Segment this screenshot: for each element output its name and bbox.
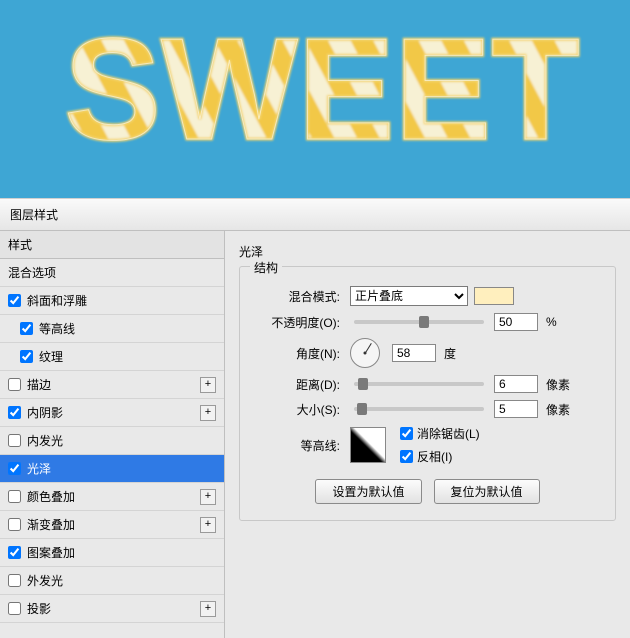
- checkbox-pattern-overlay[interactable]: [8, 546, 21, 559]
- panel-title: 光泽: [239, 243, 616, 260]
- checkbox-inner-shadow[interactable]: [8, 406, 21, 419]
- opacity-label: 不透明度(O):: [254, 314, 344, 331]
- blend-mode-select[interactable]: 正片叠底: [350, 286, 468, 306]
- distance-label: 距离(D):: [254, 376, 344, 393]
- invert-row[interactable]: 反相(I): [400, 448, 480, 465]
- add-drop-shadow-button[interactable]: +: [200, 601, 216, 617]
- sidebar-item-bevel[interactable]: 斜面和浮雕: [0, 287, 224, 315]
- main-panel: 光泽 结构 混合模式: 正片叠底 不透明度(O): % 角度(N):: [225, 231, 630, 638]
- add-gradient-overlay-button[interactable]: +: [200, 517, 216, 533]
- sidebar-item-contour-sub[interactable]: 等高线: [0, 315, 224, 343]
- checkbox-gradient-overlay[interactable]: [8, 518, 21, 531]
- checkbox-stroke[interactable]: [8, 378, 21, 391]
- checkbox-outer-glow[interactable]: [8, 574, 21, 587]
- sidebar-item-color-overlay[interactable]: 颜色叠加 +: [0, 483, 224, 511]
- distance-unit: 像素: [546, 376, 570, 393]
- dialog-title-bar: 图层样式: [0, 198, 630, 231]
- size-slider[interactable]: [354, 407, 484, 411]
- checkbox-satin[interactable]: [8, 462, 21, 475]
- antialiased-row[interactable]: 消除锯齿(L): [400, 425, 480, 442]
- reset-default-button[interactable]: 复位为默认值: [434, 479, 540, 504]
- contour-picker[interactable]: [350, 427, 386, 463]
- sidebar-item-drop-shadow[interactable]: 投影 +: [0, 595, 224, 623]
- sidebar-item-satin[interactable]: 光泽: [0, 455, 224, 483]
- checkbox-inner-glow[interactable]: [8, 434, 21, 447]
- add-color-overlay-button[interactable]: +: [200, 489, 216, 505]
- sidebar-item-outer-glow[interactable]: 外发光: [0, 567, 224, 595]
- angle-input[interactable]: [392, 344, 436, 362]
- styles-sidebar: 样式 混合选项 斜面和浮雕 等高线 纹理 描边 + 内阴影 + 内: [0, 231, 225, 638]
- opacity-input[interactable]: [494, 313, 538, 331]
- contour-label: 等高线:: [254, 437, 344, 454]
- checkbox-contour-sub[interactable]: [20, 322, 33, 335]
- angle-dial[interactable]: [350, 338, 380, 368]
- sidebar-blend-options[interactable]: 混合选项: [0, 259, 224, 287]
- sidebar-item-inner-glow[interactable]: 内发光: [0, 427, 224, 455]
- set-default-button[interactable]: 设置为默认值: [315, 479, 421, 504]
- angle-unit: 度: [444, 345, 456, 362]
- angle-label: 角度(N):: [254, 345, 344, 362]
- svg-text:SWEET: SWEET: [64, 19, 580, 170]
- sidebar-header-styles[interactable]: 样式: [0, 231, 224, 259]
- distance-input[interactable]: [494, 375, 538, 393]
- checkbox-texture[interactable]: [20, 350, 33, 363]
- size-label: 大小(S):: [254, 401, 344, 418]
- color-swatch[interactable]: [474, 287, 514, 305]
- size-unit: 像素: [546, 401, 570, 418]
- sweet-letters: SWEET SWEET: [22, 19, 622, 179]
- preview-canvas: SWEET SWEET: [0, 0, 630, 198]
- antialiased-checkbox[interactable]: [400, 427, 413, 440]
- opacity-slider[interactable]: [354, 320, 484, 324]
- add-inner-shadow-button[interactable]: +: [200, 405, 216, 421]
- checkbox-color-overlay[interactable]: [8, 490, 21, 503]
- sidebar-item-gradient-overlay[interactable]: 渐变叠加 +: [0, 511, 224, 539]
- structure-fieldset: 结构 混合模式: 正片叠底 不透明度(O): % 角度(N):: [239, 266, 616, 521]
- distance-slider[interactable]: [354, 382, 484, 386]
- sidebar-item-stroke[interactable]: 描边 +: [0, 371, 224, 399]
- checkbox-drop-shadow[interactable]: [8, 602, 21, 615]
- sidebar-item-pattern-overlay[interactable]: 图案叠加: [0, 539, 224, 567]
- dialog-title: 图层样式: [10, 208, 58, 222]
- checkbox-bevel[interactable]: [8, 294, 21, 307]
- sidebar-item-inner-shadow[interactable]: 内阴影 +: [0, 399, 224, 427]
- blend-mode-label: 混合模式:: [254, 288, 344, 305]
- opacity-unit: %: [546, 315, 557, 329]
- size-input[interactable]: [494, 400, 538, 418]
- invert-checkbox[interactable]: [400, 450, 413, 463]
- structure-legend: 结构: [250, 259, 282, 276]
- sidebar-item-texture[interactable]: 纹理: [0, 343, 224, 371]
- add-stroke-button[interactable]: +: [200, 377, 216, 393]
